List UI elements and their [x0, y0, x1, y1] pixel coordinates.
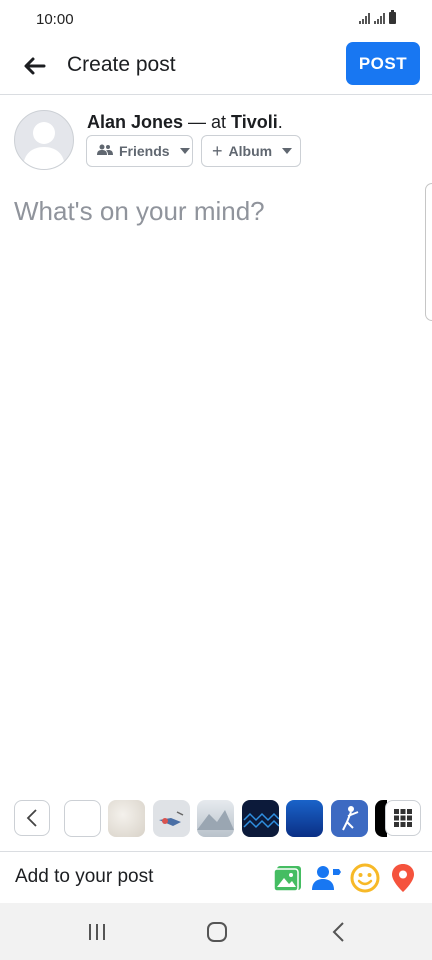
audience-friends-button[interactable]: Friends	[86, 135, 193, 167]
background-swatch-white[interactable]	[64, 800, 101, 837]
tag-people-icon[interactable]	[310, 862, 342, 894]
signal-icon	[359, 12, 370, 24]
post-button[interactable]: POST	[346, 42, 420, 85]
status-time: 10:00	[36, 11, 74, 28]
home-icon[interactable]	[204, 919, 230, 945]
avatar	[14, 110, 74, 170]
grid-icon	[394, 809, 412, 827]
back-icon[interactable]	[326, 919, 352, 945]
back-arrow-icon[interactable]	[20, 52, 48, 80]
check-in-icon[interactable]	[387, 862, 419, 894]
background-swatch-cotton[interactable]	[108, 800, 145, 837]
feeling-icon[interactable]	[349, 862, 381, 894]
signal-icon	[374, 12, 385, 24]
more-backgrounds-button[interactable]	[385, 800, 421, 836]
album-button[interactable]: + Album	[201, 135, 301, 167]
status-icons	[359, 10, 396, 24]
location-name[interactable]: Tivoli	[231, 112, 278, 132]
battery-icon	[389, 10, 396, 24]
plus-icon: +	[212, 141, 223, 161]
author-name[interactable]: Alan Jones	[87, 112, 183, 132]
edge-panel-handle[interactable]	[425, 183, 432, 321]
background-selector	[0, 798, 432, 840]
system-nav-bar	[0, 903, 432, 960]
add-to-post-bar[interactable]: Add to your post	[0, 851, 432, 903]
friends-icon	[97, 143, 113, 159]
friends-label: Friends	[119, 143, 170, 159]
background-swatch-dark-blue-pattern[interactable]	[242, 800, 279, 837]
recent-apps-icon[interactable]	[84, 919, 110, 945]
collapse-backgrounds-button[interactable]	[14, 800, 50, 836]
post-text-input[interactable]: What's on your mind?	[14, 196, 404, 227]
status-bar: 10:00	[0, 0, 432, 40]
add-to-post-label: Add to your post	[15, 866, 154, 887]
author-separator: — at	[183, 112, 232, 132]
album-label: Album	[228, 143, 273, 159]
top-app-bar: Create post POST	[0, 40, 432, 95]
chevron-left-icon	[26, 809, 37, 827]
background-swatch-figure-blue[interactable]	[331, 800, 368, 837]
chevron-down-icon	[179, 148, 190, 154]
page-title: Create post	[67, 53, 176, 76]
background-swatch-blue-gradient[interactable]	[286, 800, 323, 837]
photo-icon[interactable]	[272, 862, 304, 894]
chevron-down-icon	[282, 148, 293, 154]
author-line: Alan Jones — at Tivoli.	[87, 112, 283, 133]
background-swatch-mountain[interactable]	[197, 800, 234, 837]
background-swatch-illustration[interactable]	[153, 800, 190, 837]
author-suffix: .	[277, 112, 283, 132]
